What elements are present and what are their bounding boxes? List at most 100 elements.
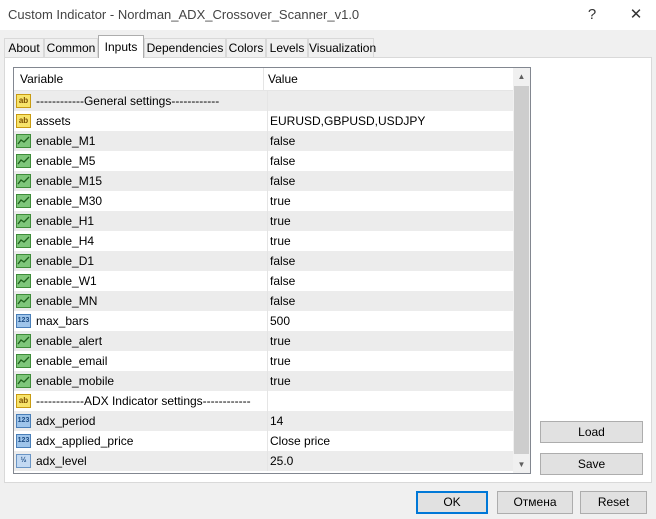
save-button[interactable]: Save [540, 453, 643, 475]
bool-param-icon [16, 154, 31, 168]
param-name: ------------General settings------------ [36, 94, 220, 108]
table-row[interactable]: ab ------------General settings----------… [14, 91, 514, 111]
param-value[interactable]: true [267, 231, 511, 251]
table-row[interactable]: 123 adx_applied_price Close price [14, 431, 514, 451]
param-name: enable_M30 [36, 194, 103, 208]
tab-dependencies[interactable]: Dependencies [144, 38, 226, 57]
param-value[interactable]: false [267, 291, 511, 311]
table-row[interactable]: enable_email true [14, 351, 514, 371]
param-value[interactable]: EURUSD,GBPUSD,USDJPY [267, 111, 511, 131]
table-row[interactable]: enable_W1 false [14, 271, 514, 291]
string-param-icon: ab [16, 94, 31, 108]
grid-header: Variable Value [14, 68, 514, 91]
param-name: enable_M5 [36, 154, 96, 168]
tab-about[interactable]: About [4, 38, 44, 57]
param-value[interactable]: true [267, 371, 511, 391]
table-row[interactable]: enable_M30 true [14, 191, 514, 211]
ok-button[interactable]: OK [416, 491, 488, 514]
bool-param-icon [16, 194, 31, 208]
param-name: enable_mobile [36, 374, 115, 388]
table-row[interactable]: enable_MN false [14, 291, 514, 311]
param-value[interactable] [267, 91, 511, 111]
scroll-up-icon[interactable]: ▲ [513, 68, 530, 85]
param-value[interactable]: true [267, 191, 511, 211]
bool-param-icon [16, 274, 31, 288]
inputs-grid: Variable Value ab ------------General set… [13, 67, 531, 474]
close-button[interactable]: ✕ [622, 4, 650, 26]
table-row[interactable]: enable_M1 false [14, 131, 514, 151]
table-row[interactable]: enable_H4 true [14, 231, 514, 251]
grid-scrollbar[interactable]: ▲ ▼ [513, 68, 530, 473]
param-value[interactable]: Close price [267, 431, 511, 451]
bool-param-icon [16, 214, 31, 228]
tab-common[interactable]: Common [44, 38, 98, 57]
param-name: enable_W1 [36, 274, 97, 288]
param-name: enable_email [36, 354, 108, 368]
param-value[interactable]: 14 [267, 411, 511, 431]
table-row[interactable]: ab ------------ADX Indicator settings----… [14, 391, 514, 411]
bool-param-icon [16, 134, 31, 148]
param-value[interactable]: 500 [267, 311, 511, 331]
param-value[interactable]: 25.0 [267, 451, 511, 471]
param-value[interactable]: false [267, 171, 511, 191]
param-name: enable_MN [36, 294, 98, 308]
table-row[interactable]: 123 adx_period 14 [14, 411, 514, 431]
load-button[interactable]: Load [540, 421, 643, 443]
int-param-icon: 123 [16, 314, 31, 328]
int-param-icon: 123 [16, 434, 31, 448]
bool-param-icon [16, 174, 31, 188]
window-title: Custom Indicator - Nordman_ADX_Crossover… [8, 7, 360, 22]
bool-param-icon [16, 254, 31, 268]
column-header-value[interactable]: Value [268, 68, 298, 90]
param-name: enable_D1 [36, 254, 95, 268]
bool-param-icon [16, 234, 31, 248]
scroll-down-icon[interactable]: ▼ [513, 456, 530, 473]
param-value[interactable]: false [267, 151, 511, 171]
tab-inputs[interactable]: Inputs [98, 35, 144, 58]
table-row[interactable]: enable_H1 true [14, 211, 514, 231]
table-row[interactable]: ½ adx_level 25.0 [14, 451, 514, 471]
table-row[interactable]: 123 max_bars 500 [14, 311, 514, 331]
string-param-icon: ab [16, 394, 31, 408]
param-value[interactable]: true [267, 351, 511, 371]
param-value[interactable]: false [267, 271, 511, 291]
param-name: max_bars [36, 314, 89, 328]
help-button[interactable]: ? [578, 4, 606, 26]
table-row[interactable]: ab assets EURUSD,GBPUSD,USDJPY [14, 111, 514, 131]
param-name: ------------ADX Indicator settings------… [36, 394, 251, 408]
string-param-icon: ab [16, 114, 31, 128]
column-separator[interactable] [263, 68, 264, 90]
tab-colors[interactable]: Colors [226, 38, 266, 57]
tab-levels[interactable]: Levels [266, 38, 308, 57]
param-name: adx_level [36, 454, 87, 468]
double-param-icon: ½ [16, 454, 31, 468]
column-header-variable[interactable]: Variable [20, 68, 63, 90]
param-value[interactable]: true [267, 331, 511, 351]
param-value[interactable]: false [267, 131, 511, 151]
table-row[interactable]: enable_M15 false [14, 171, 514, 191]
int-param-icon: 123 [16, 414, 31, 428]
grid-rows: ab ------------General settings----------… [14, 91, 514, 471]
table-row[interactable]: enable_D1 false [14, 251, 514, 271]
tab-visualization[interactable]: Visualization [308, 38, 376, 57]
param-value[interactable] [267, 391, 511, 411]
bool-param-icon [16, 294, 31, 308]
table-row[interactable]: enable_alert true [14, 331, 514, 351]
title-bar: Custom Indicator - Nordman_ADX_Crossover… [0, 0, 656, 30]
bool-param-icon [16, 354, 31, 368]
param-name: assets [36, 114, 71, 128]
reset-button[interactable]: Reset [580, 491, 647, 514]
scroll-thumb[interactable] [514, 86, 529, 454]
param-name: adx_period [36, 414, 96, 428]
param-name: adx_applied_price [36, 434, 134, 448]
cancel-button[interactable]: Отмена [497, 491, 573, 514]
param-value[interactable]: false [267, 251, 511, 271]
table-row[interactable]: enable_mobile true [14, 371, 514, 391]
bool-param-icon [16, 334, 31, 348]
param-name: enable_H4 [36, 234, 95, 248]
param-value[interactable]: true [267, 211, 511, 231]
param-name: enable_H1 [36, 214, 95, 228]
table-row[interactable]: enable_M5 false [14, 151, 514, 171]
param-name: enable_alert [36, 334, 103, 348]
bool-param-icon [16, 374, 31, 388]
